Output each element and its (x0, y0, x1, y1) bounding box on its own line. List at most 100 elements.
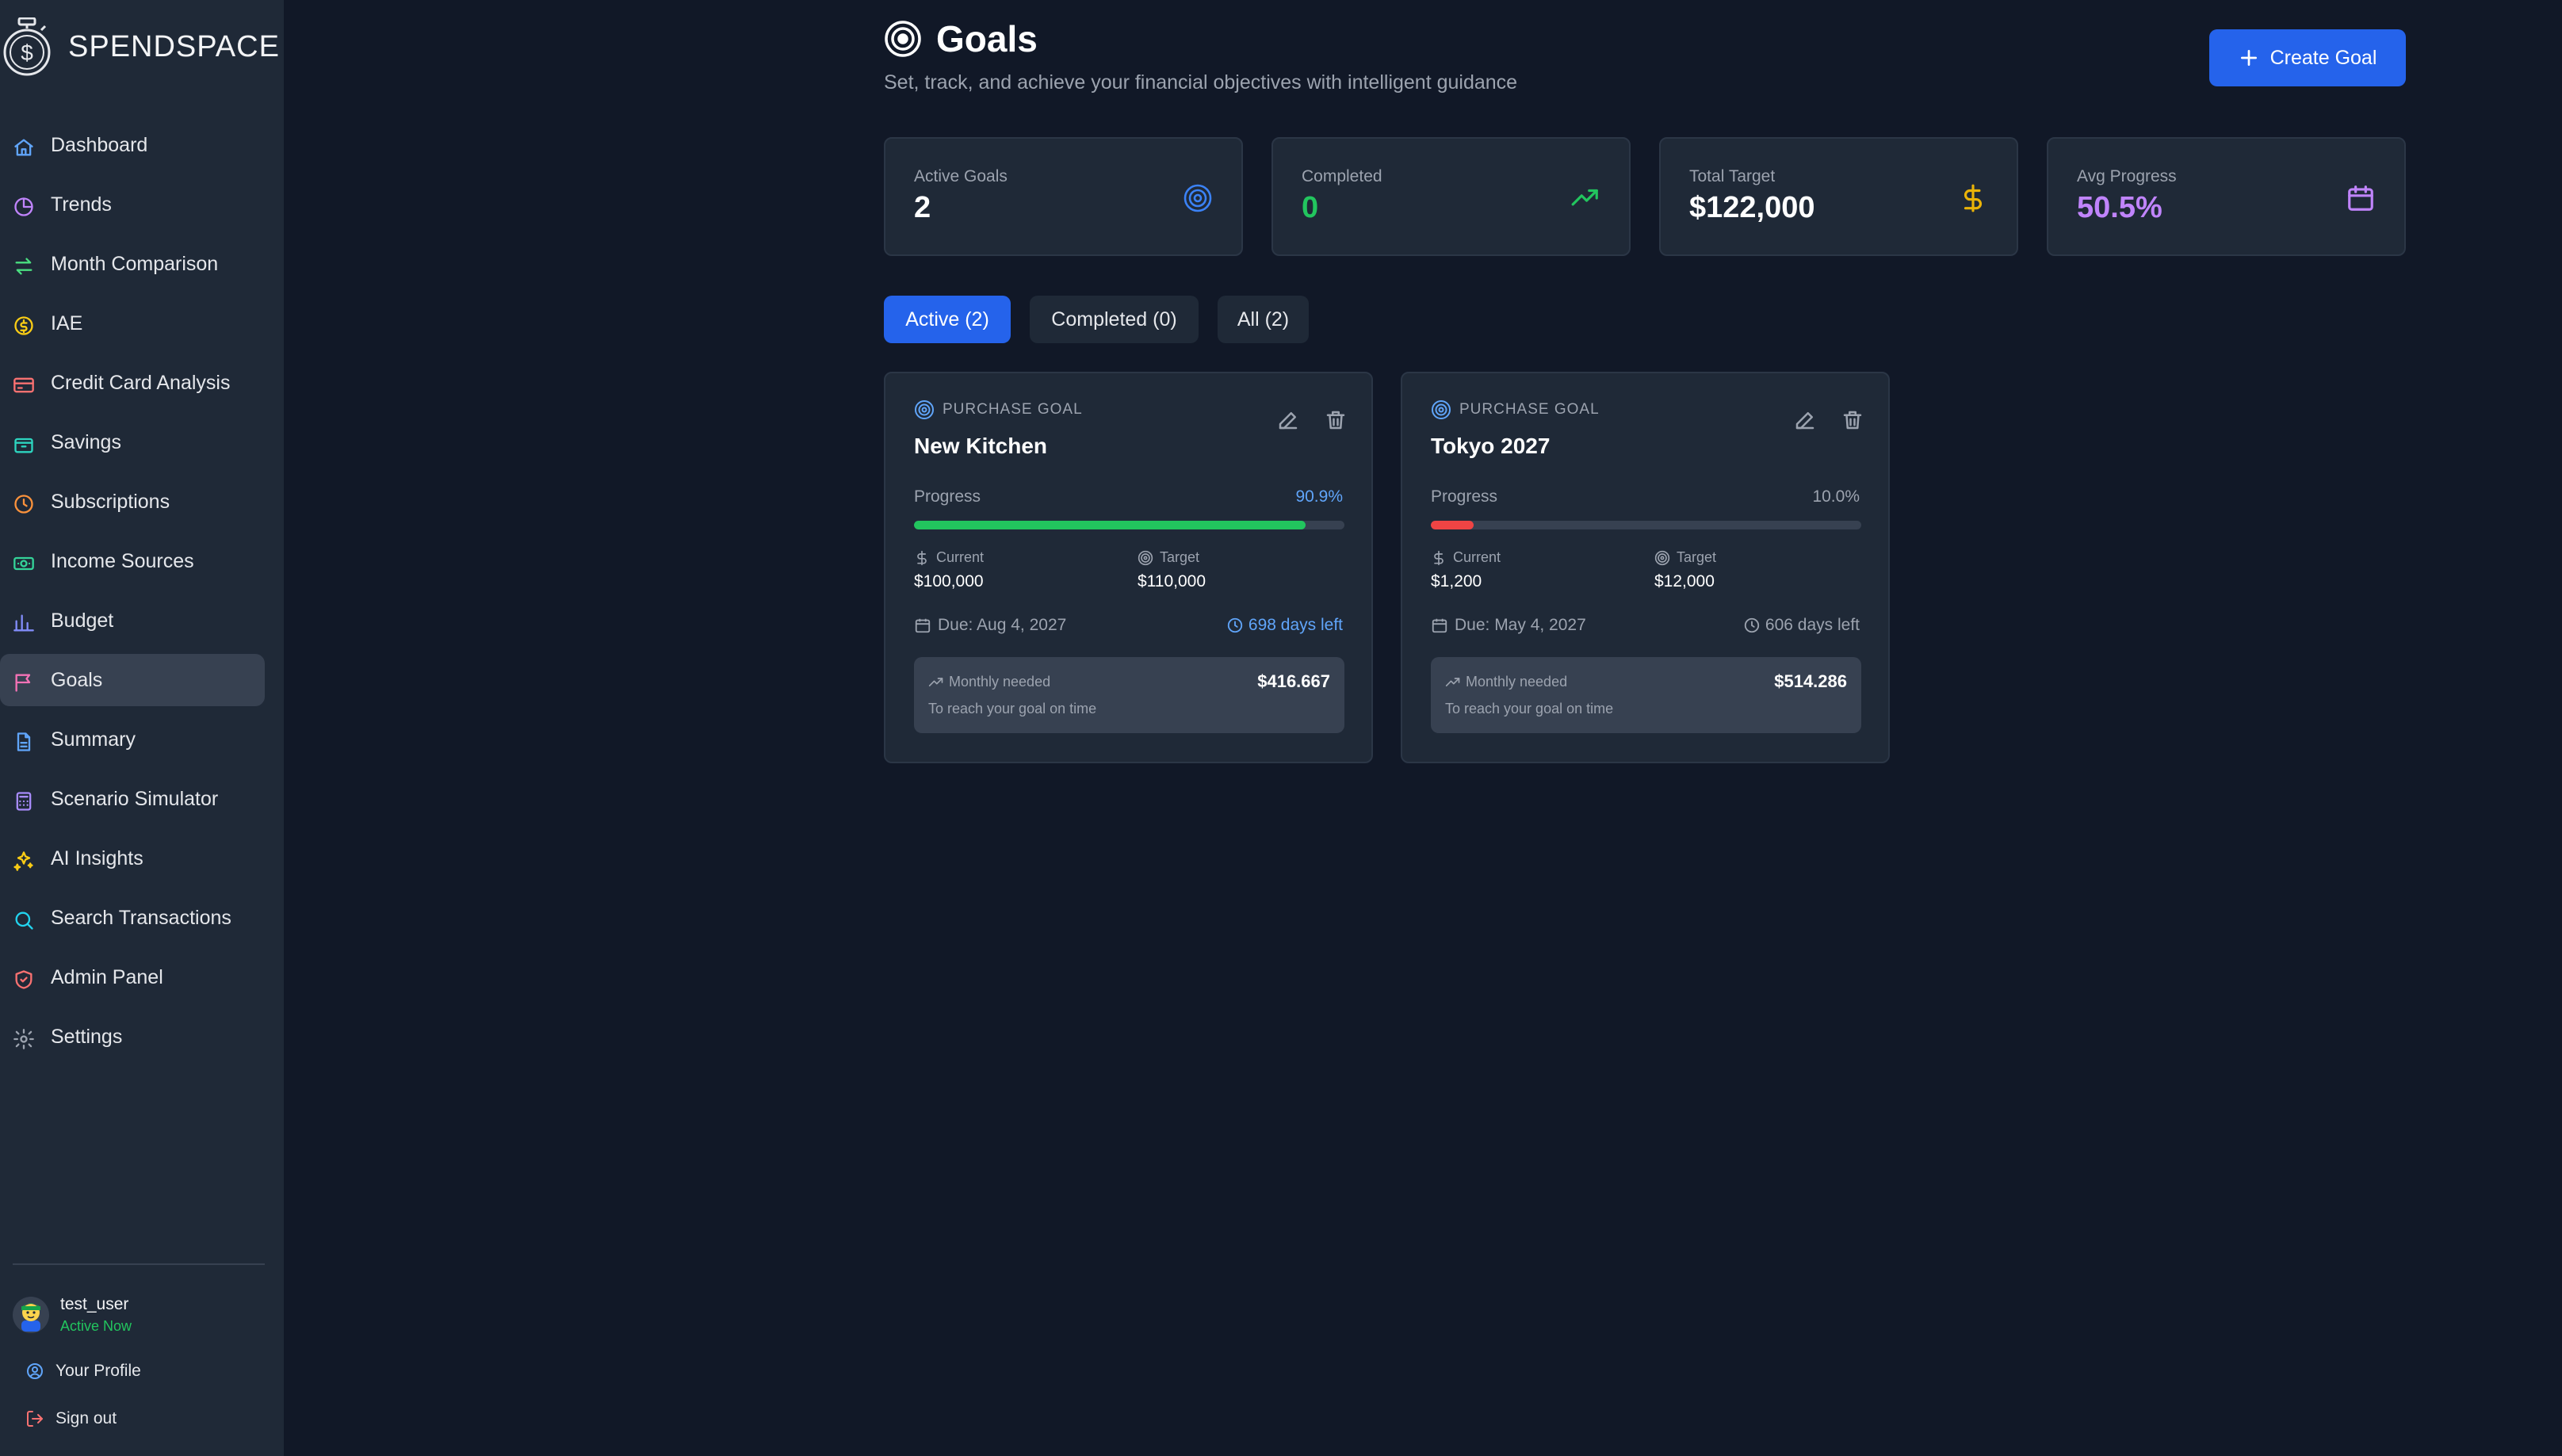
trending-up-icon (1445, 677, 1460, 686)
sidebar-item-ai-insights[interactable]: AI Insights (0, 832, 265, 885)
sidebar-item-label: Scenario Simulator (51, 787, 219, 810)
stat-value: 2 (914, 191, 931, 224)
sidebar-divider (13, 1263, 265, 1265)
credit-card-icon (13, 377, 34, 393)
sidebar-item-label: Settings (51, 1025, 123, 1048)
due-date-text: Due: May 4, 2027 (1455, 616, 1586, 634)
target-value: $110,000 (1138, 572, 1206, 590)
days-left-text: 698 days left (1248, 616, 1343, 634)
sidebar-item-label: Budget (51, 609, 114, 632)
sidebar-item-label: Credit Card Analysis (51, 371, 231, 394)
progress-bar (914, 521, 1344, 529)
sidebar-nav: Dashboard Trends Month Comparison IAE Credit… (0, 119, 265, 1070)
goal-card[interactable]: PURCHASE GOAL Tokyo 2027 Progress 10.0% … (1401, 372, 1890, 763)
sidebar-item-iae[interactable]: IAE (0, 297, 265, 350)
sidebar-item-dashboard[interactable]: Dashboard (0, 119, 265, 171)
sidebar-item-income-sources[interactable]: Income Sources (0, 535, 265, 587)
progress-percent: 10.0% (1812, 487, 1860, 506)
sidebar-item-label: Search Transactions (51, 906, 231, 929)
gear-icon (13, 1029, 34, 1049)
stat-card-total-target: Total Target $122,000 (1659, 137, 2018, 256)
stat-label: Active Goals (914, 167, 1008, 185)
due-date-text: Due: Aug 4, 2027 (938, 616, 1067, 634)
sidebar-item-scenario-simulator[interactable]: Scenario Simulator (0, 773, 265, 825)
dollar-icon (917, 550, 927, 565)
edit-pencil-icon[interactable] (1276, 408, 1300, 432)
target-amount: Target $12,000 (1654, 549, 1716, 591)
user-info[interactable]: test_user Active Now (13, 1295, 132, 1335)
brand[interactable]: $ SPENDSPACE (2, 17, 280, 76)
target-icon (1138, 550, 1153, 565)
current-amount: Current $1,200 (1431, 549, 1501, 591)
sidebar-item-admin-panel[interactable]: Admin Panel (0, 951, 265, 1003)
tab-completed[interactable]: Completed (0) (1030, 296, 1199, 343)
your-profile-link[interactable]: Your Profile (25, 1362, 141, 1381)
piggy-bank-icon (14, 438, 33, 453)
current-label: Current (1453, 549, 1501, 565)
dollar-icon (1434, 550, 1444, 565)
sidebar-item-month-comparison[interactable]: Month Comparison (0, 238, 265, 290)
sidebar-item-trends[interactable]: Trends (0, 178, 265, 231)
sidebar-item-label: Goals (51, 668, 103, 691)
clock-icon (1227, 617, 1243, 633)
due-date: Due: May 4, 2027 (1431, 616, 1586, 635)
sidebar-item-label: Savings (51, 430, 121, 453)
stat-card-avg-progress: Avg Progress 50.5% (2047, 137, 2406, 256)
progress-bar-fill (914, 521, 1306, 529)
sidebar-item-search-transactions[interactable]: Search Transactions (0, 892, 265, 944)
trash-icon[interactable] (1324, 408, 1348, 432)
days-left: 698 days left (1226, 616, 1343, 635)
monthly-needed-label: Monthly needed (1466, 674, 1568, 690)
target-amount: Target $110,000 (1138, 549, 1206, 591)
stat-label: Total Target (1689, 167, 1776, 185)
stat-label: Completed (1302, 167, 1382, 185)
bar-chart-icon (13, 614, 34, 632)
sidebar-item-budget[interactable]: Budget (0, 594, 265, 647)
current-value: $100,000 (914, 572, 984, 590)
sidebar-item-savings[interactable]: Savings (0, 416, 265, 468)
sidebar-item-subscriptions[interactable]: Subscriptions (0, 476, 265, 528)
sidebar-item-label: Subscriptions (51, 490, 170, 513)
monthly-needed-value: $514.286 (1774, 671, 1847, 691)
goal-title: Tokyo 2027 (1431, 434, 1551, 458)
sidebar-item-label: Month Comparison (51, 252, 219, 275)
sidebar: $ SPENDSPACE Dashboard Trends Month Compar… (0, 0, 284, 1456)
monthly-needed-hint: To reach your goal on time (928, 701, 1097, 717)
dollar-icon (1964, 184, 1982, 212)
progress-percent: 90.9% (1295, 487, 1343, 506)
search-icon (15, 911, 33, 930)
trash-icon[interactable] (1841, 408, 1864, 432)
monthly-needed-box: Monthly needed $416.667 To reach your go… (914, 657, 1344, 733)
goal-card[interactable]: PURCHASE GOAL New Kitchen Progress 90.9%… (884, 372, 1373, 763)
sign-out-link[interactable]: Sign out (25, 1409, 117, 1428)
target-icon (1432, 400, 1451, 419)
stat-card-active-goals: Active Goals 2 (884, 137, 1243, 256)
current-value: $1,200 (1431, 572, 1482, 590)
progress-bar-fill (1431, 521, 1474, 529)
current-label: Current (936, 549, 985, 565)
current-amount: Current $100,000 (914, 549, 984, 591)
progress-label: Progress (1431, 487, 1498, 506)
home-icon (14, 139, 33, 156)
monthly-needed-hint: To reach your goal on time (1445, 701, 1614, 717)
target-value: $12,000 (1654, 572, 1715, 590)
goal-type-label: PURCHASE GOAL (943, 401, 1083, 418)
tab-active[interactable]: Active (2) (884, 296, 1011, 343)
sidebar-item-settings[interactable]: Settings (0, 1011, 265, 1063)
stopwatch-dollar-logo-icon: $ (3, 17, 51, 76)
avatar (13, 1297, 49, 1333)
create-goal-label: Create Goal (2269, 46, 2377, 69)
brand-name: SPENDSPACE (68, 29, 280, 63)
banknote-icon (13, 556, 34, 571)
sidebar-item-label: Trends (51, 193, 112, 216)
tab-all[interactable]: All (2) (1218, 296, 1309, 343)
sidebar-item-credit-card-analysis[interactable]: Credit Card Analysis (0, 357, 265, 409)
sidebar-item-summary[interactable]: Summary (0, 713, 265, 766)
sidebar-item-goals[interactable]: Goals (0, 654, 265, 706)
sidebar-item-label: Summary (51, 728, 136, 751)
goal-type: PURCHASE GOAL (1431, 399, 1600, 420)
sign-out-label: Sign out (55, 1409, 117, 1427)
create-goal-button[interactable]: Create Goal (2209, 29, 2406, 86)
edit-pencil-icon[interactable] (1793, 408, 1817, 432)
stat-value: $122,000 (1689, 191, 1815, 224)
